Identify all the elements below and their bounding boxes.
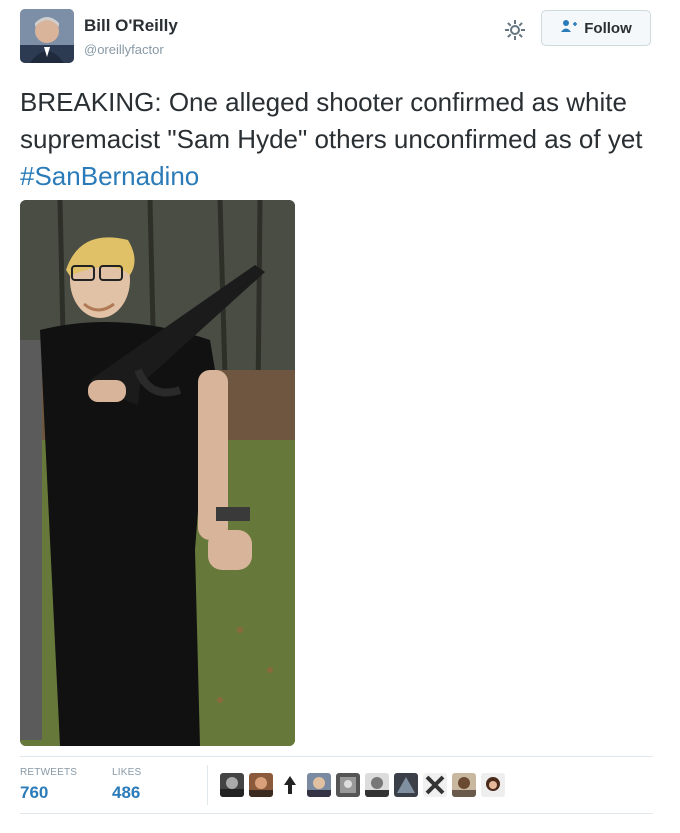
liker-avatar[interactable] [278, 773, 302, 797]
user-avatar[interactable] [20, 9, 74, 63]
hashtag-link[interactable]: #SanBernadino [20, 161, 199, 191]
liker-avatars [220, 773, 505, 797]
liker-avatar[interactable] [452, 773, 476, 797]
likes-stat[interactable]: LIKES 486 [112, 767, 141, 803]
gear-icon[interactable] [503, 18, 527, 42]
retweets-stat[interactable]: RETWEETS 760 [20, 767, 77, 803]
liker-avatar[interactable] [481, 773, 505, 797]
tweet-text: BREAKING: One alleged shooter confirmed … [20, 84, 660, 195]
user-handle[interactable]: @oreillyfactor [84, 42, 164, 57]
tweet-header: Bill O'Reilly @oreillyfactor Follow [0, 0, 680, 70]
liker-avatar[interactable] [307, 773, 331, 797]
follow-button[interactable]: Follow [541, 10, 651, 46]
liker-avatar[interactable] [220, 773, 244, 797]
tweet-stats: RETWEETS 760 LIKES 486 [20, 756, 653, 814]
tweet-photo[interactable] [20, 200, 295, 746]
follow-label: Follow [584, 19, 632, 37]
liker-avatar[interactable] [249, 773, 273, 797]
liker-avatar[interactable] [336, 773, 360, 797]
liker-avatar[interactable] [423, 773, 447, 797]
likes-count: 486 [112, 783, 141, 802]
retweets-count: 760 [20, 783, 49, 802]
display-name[interactable]: Bill O'Reilly [84, 16, 178, 36]
stats-divider [207, 765, 208, 805]
add-user-icon [560, 19, 578, 37]
liker-avatar[interactable] [365, 773, 389, 797]
liker-avatar[interactable] [394, 773, 418, 797]
likes-label: LIKES [112, 767, 142, 778]
tweet-body: BREAKING: One alleged shooter confirmed … [20, 87, 643, 154]
retweets-label: RETWEETS [20, 767, 78, 778]
